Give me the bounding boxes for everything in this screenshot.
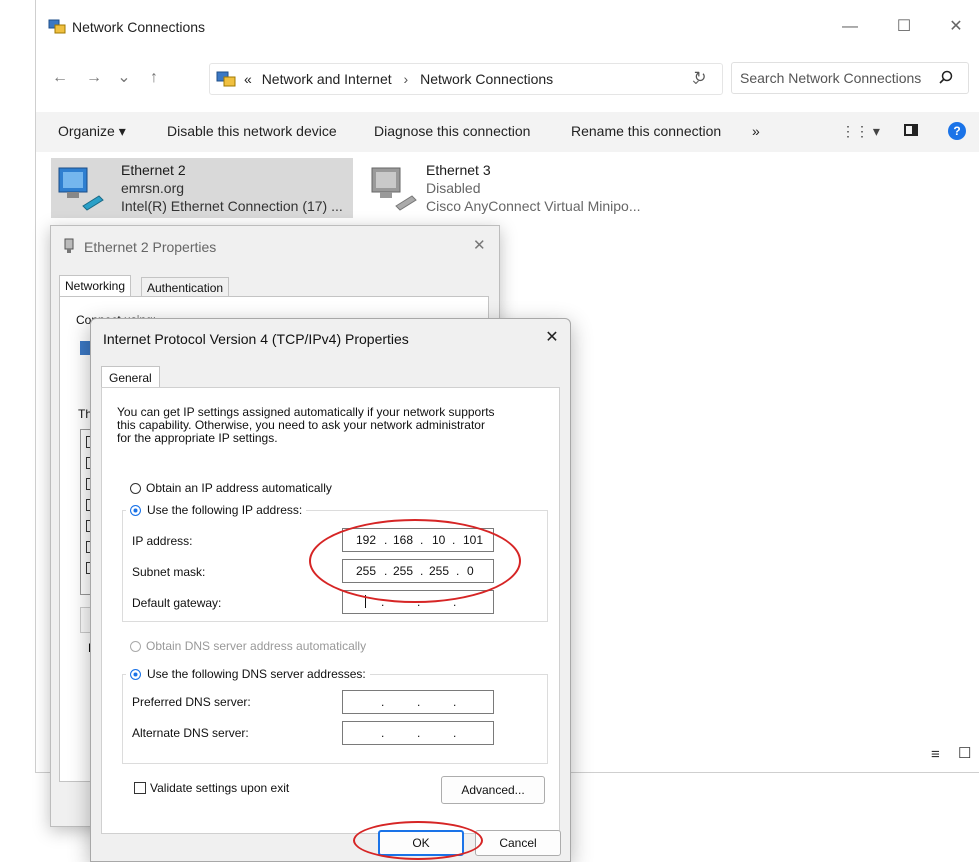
network-connections-icon: [48, 19, 66, 34]
breadcrumb-overflow[interactable]: «: [244, 71, 252, 87]
item-status: Disabled: [426, 180, 481, 196]
view-options-button[interactable]: ⋮⋮ ▾: [841, 123, 880, 140]
ethernet-adapter-icon: [58, 167, 104, 211]
obtain-dns-auto-radio[interactable]: [130, 641, 141, 652]
maximize-button[interactable]: ☐: [892, 15, 916, 39]
rename-button[interactable]: Rename this connection: [571, 123, 721, 139]
more-commands-button[interactable]: »: [752, 123, 760, 139]
dialog-title: Internet Protocol Version 4 (TCP/IPv4) P…: [103, 331, 409, 347]
dns-dot: .: [417, 726, 421, 740]
advanced-button[interactable]: Advanced...: [441, 776, 545, 804]
item-status: emrsn.org: [121, 180, 185, 196]
minimize-button[interactable]: —: [838, 15, 862, 39]
list-item-ethernet-2[interactable]: Ethernet 2 emrsn.org Intel(R) Ethernet C…: [51, 158, 353, 218]
intro-text: You can get IP settings assigned automat…: [117, 406, 495, 445]
item-device: Intel(R) Ethernet Connection (17) ...: [121, 198, 343, 214]
organize-menu[interactable]: Organize ▾: [58, 123, 126, 140]
subnet-mask-label: Subnet mask:: [132, 565, 206, 579]
item-device: Cisco AnyConnect Virtual Minipo...: [426, 198, 641, 214]
close-button[interactable]: ✕: [473, 236, 486, 254]
tab-authentication[interactable]: Authentication: [141, 277, 230, 298]
search-placeholder: Search Network Connections: [740, 70, 922, 86]
manual-dns-legend: Use the following DNS server addresses:: [126, 665, 370, 683]
breadcrumb-network-internet[interactable]: Network and Internet: [262, 71, 392, 87]
dns-group: [122, 674, 548, 764]
item-name: Ethernet 3: [426, 162, 491, 178]
obtain-dns-auto-label[interactable]: Obtain DNS server address automatically: [146, 639, 366, 653]
use-following-dns-label[interactable]: Use the following DNS server addresses:: [147, 665, 366, 681]
control-panel-icon: [216, 71, 236, 87]
tiles-view-icon[interactable]: ☐: [958, 744, 971, 762]
address-bar[interactable]: « Network and Internet › Network Connect…: [209, 63, 723, 95]
cancel-button[interactable]: Cancel: [475, 830, 561, 856]
breadcrumb-separator: ›: [403, 71, 409, 87]
disable-device-button[interactable]: Disable this network device: [167, 123, 337, 139]
ip-address-label: IP address:: [132, 534, 193, 548]
adapter-icon: [80, 341, 90, 355]
dns-dot: .: [453, 695, 457, 709]
recent-locations-button[interactable]: ⌄: [112, 64, 136, 92]
alternate-dns-field[interactable]: . . .: [342, 721, 494, 745]
obtain-ip-auto-label[interactable]: Obtain an IP address automatically: [146, 481, 332, 495]
use-following-ip-radio[interactable]: [130, 505, 141, 516]
refresh-button[interactable]: ↻: [684, 63, 716, 93]
annotation-circle-ok: [353, 821, 483, 860]
obtain-ip-auto-radio[interactable]: [130, 483, 141, 494]
up-button[interactable]: ↑: [142, 64, 166, 92]
network-adapter-icon: [64, 238, 74, 253]
default-gateway-label: Default gateway:: [132, 596, 222, 610]
dns-dot: .: [381, 726, 385, 740]
ethernet-adapter-disabled-icon: [371, 167, 417, 211]
validate-checkbox[interactable]: [134, 782, 146, 794]
list-item-ethernet-3[interactable]: Ethernet 3 Disabled Cisco AnyConnect Vir…: [364, 158, 674, 218]
use-following-dns-radio[interactable]: [130, 669, 141, 680]
help-icon[interactable]: ?: [948, 122, 966, 140]
breadcrumb-network-connections[interactable]: Network Connections: [420, 71, 553, 87]
window-title: Network Connections: [72, 19, 206, 35]
item-name: Ethernet 2: [121, 162, 186, 178]
tab-networking[interactable]: Networking: [59, 275, 132, 296]
preview-pane-icon[interactable]: [904, 124, 918, 136]
dialog-title: Ethernet 2 Properties: [84, 239, 217, 255]
ipv4-properties-dialog: Internet Protocol Version 4 (TCP/IPv4) P…: [90, 318, 571, 862]
intro-line-3: for the appropriate IP settings.: [117, 431, 278, 445]
title-bar: Network Connections — ☐ ✕: [36, 0, 979, 56]
details-view-icon[interactable]: ≡: [931, 746, 940, 763]
dns-dot: .: [417, 695, 421, 709]
search-icon: [939, 70, 953, 84]
use-following-ip-label[interactable]: Use the following IP address:: [147, 501, 302, 517]
forward-button[interactable]: →: [82, 64, 106, 92]
close-button[interactable]: ✕: [541, 327, 563, 349]
annotation-circle-ip-mask: [309, 519, 521, 603]
preferred-dns-field[interactable]: . . .: [342, 690, 494, 714]
close-button[interactable]: ✕: [944, 15, 968, 39]
diagnose-button[interactable]: Diagnose this connection: [374, 123, 530, 139]
preferred-dns-label: Preferred DNS server:: [132, 695, 251, 709]
search-box[interactable]: Search Network Connections: [731, 62, 969, 94]
back-button[interactable]: ←: [48, 64, 72, 92]
dns-dot: .: [453, 726, 457, 740]
breadcrumb: « Network and Internet › Network Connect…: [244, 71, 553, 87]
general-pane: You can get IP settings assigned automat…: [101, 387, 560, 834]
validate-label[interactable]: Validate settings upon exit: [150, 781, 289, 795]
tab-general[interactable]: General: [101, 366, 160, 389]
alternate-dns-label: Alternate DNS server:: [132, 726, 249, 740]
dns-dot: .: [381, 695, 385, 709]
manual-ip-legend: Use the following IP address:: [126, 501, 307, 519]
